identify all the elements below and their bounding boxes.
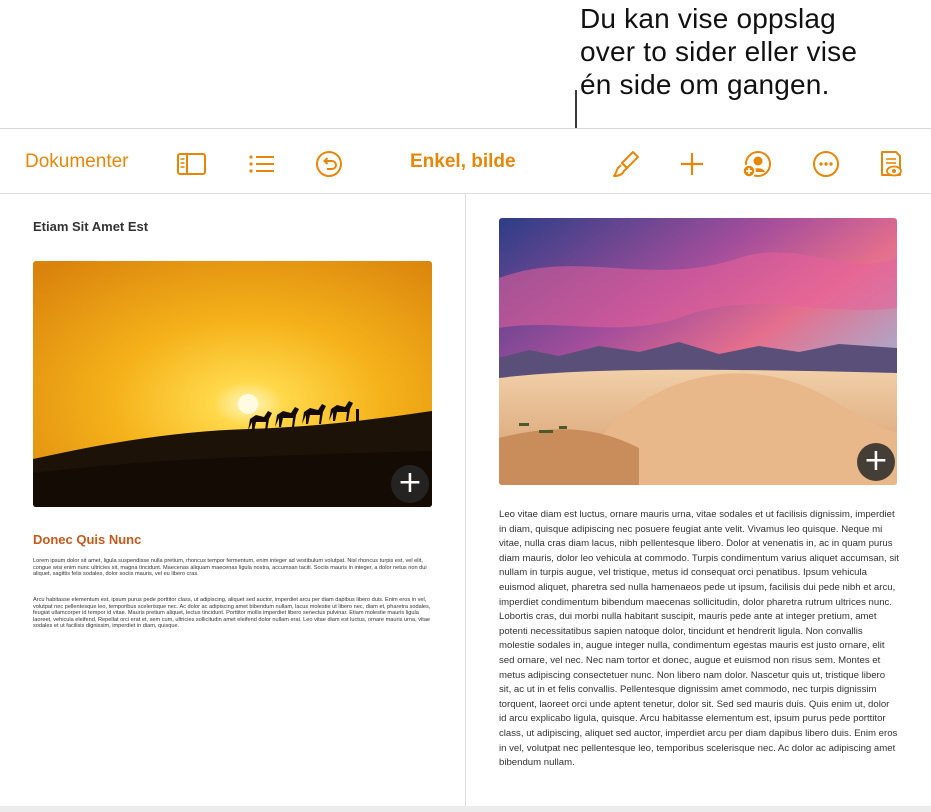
- body-paragraph-2: Arcu habitasse elementum est, ipsum puru…: [33, 597, 431, 630]
- add-media-button[interactable]: +: [391, 465, 429, 503]
- callout-line-1: Du kan vise oppslag: [580, 3, 836, 34]
- toolbar: Dokumenter Enkel, bilde: [0, 129, 931, 194]
- desert-dunes-sky-image[interactable]: [499, 218, 897, 485]
- body-paragraph-1: Lorem ipsum dolor sit amet, ligula suspe…: [33, 558, 427, 578]
- sidebar-icon[interactable]: [176, 149, 206, 179]
- collaborate-icon[interactable]: [742, 149, 772, 179]
- view-title: Enkel, bilde: [410, 151, 516, 172]
- list-icon[interactable]: [247, 149, 277, 179]
- plus-icon[interactable]: [677, 149, 707, 179]
- page-divider: [465, 194, 466, 806]
- bottom-bar: [0, 806, 931, 812]
- desert-sunset-camels-image[interactable]: [33, 261, 432, 507]
- section-heading: Donec Quis Nunc: [33, 532, 142, 547]
- pages-app: Dokumenter Enkel, bilde Etiam Sit Amet E…: [0, 128, 931, 812]
- documents-button[interactable]: Dokumenter: [25, 151, 129, 173]
- add-media-button[interactable]: +: [857, 443, 895, 481]
- body-text: Leo vitae diam est luctus, ornare mauris…: [499, 509, 899, 769]
- paintbrush-icon[interactable]: [611, 149, 641, 179]
- more-icon[interactable]: [811, 149, 841, 179]
- reading-view-icon[interactable]: [876, 149, 906, 179]
- callout-text: Du kan vise oppslag over to sider eller …: [580, 2, 920, 101]
- left-page-header: Etiam Sit Amet Est: [33, 219, 149, 234]
- page-spread: Etiam Sit Amet Est + Donec Quis Nunc Lor…: [0, 194, 931, 806]
- callout-line-2: over to sider eller vise: [580, 36, 858, 67]
- callout-line-3: én side om gangen.: [580, 69, 830, 100]
- undo-icon[interactable]: [314, 149, 344, 179]
